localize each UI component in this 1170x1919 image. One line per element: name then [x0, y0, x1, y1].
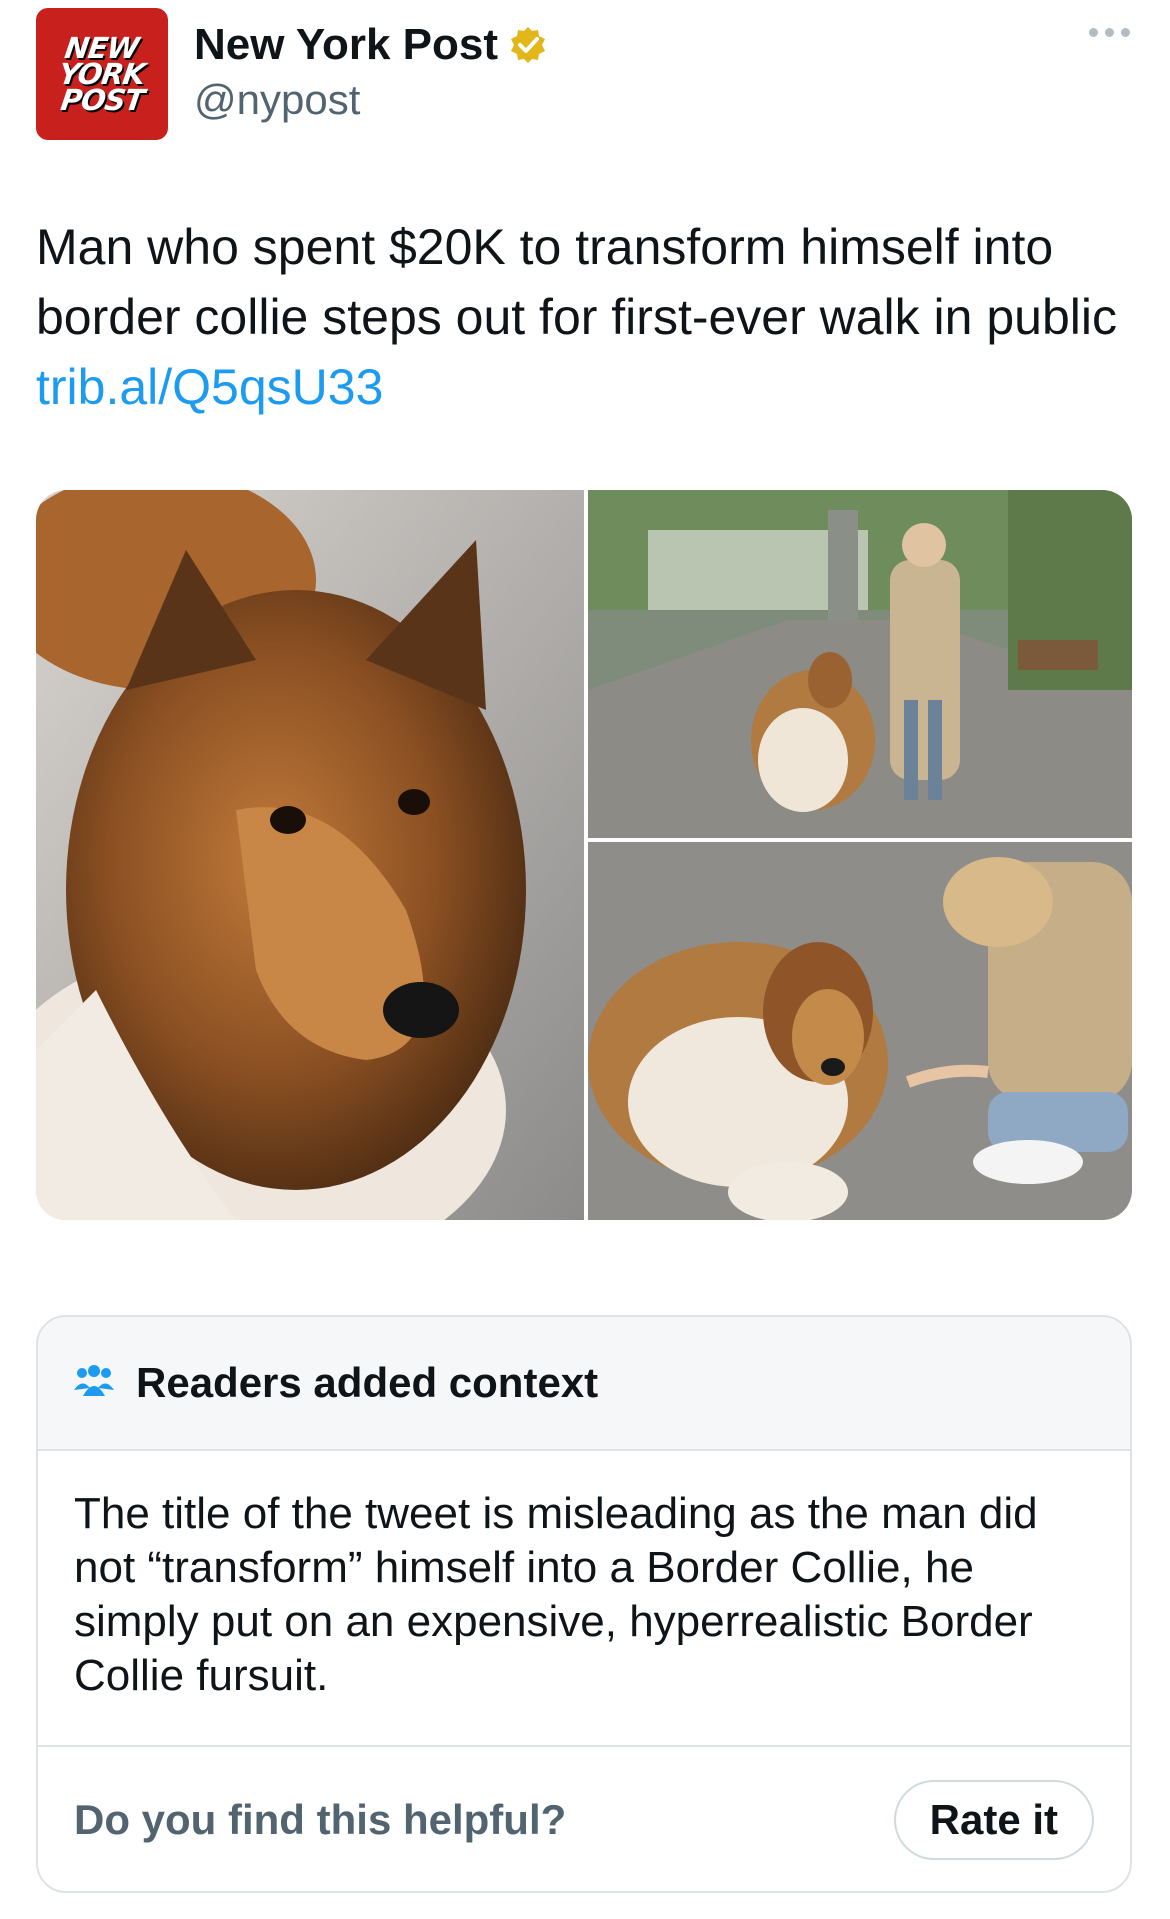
nypost-avatar[interactable]: NEW YORK POST — [36, 8, 168, 140]
community-note-title: Readers added context — [136, 1359, 599, 1406]
media-grid — [36, 490, 1132, 1220]
more-options-icon[interactable] — [1089, 28, 1130, 37]
community-note-header: Readers added context — [38, 1317, 1130, 1451]
author-name[interactable]: New York Post — [194, 20, 548, 70]
rate-it-button[interactable]: Rate it — [893, 1780, 1094, 1860]
community-note-body: The title of the tweet is misleading as … — [38, 1451, 1130, 1747]
tweet-body: Man who spent $20K to transform himself … — [36, 219, 1118, 345]
author-name-text: New York Post — [194, 20, 499, 69]
verified-badge-icon — [508, 25, 548, 65]
community-note: Readers added context The title of the t… — [36, 1315, 1132, 1893]
tweet-link[interactable]: trib.al/Q5qsU33 — [36, 359, 383, 415]
author-handle[interactable]: @nypost — [194, 76, 360, 124]
dog-closeup-photo[interactable] — [36, 490, 584, 1220]
people-icon — [74, 1364, 114, 1403]
woman-greeting-dog-photo[interactable] — [588, 842, 1132, 1220]
helpful-question: Do you find this helpful? — [74, 1796, 567, 1843]
woman-walking-dog-photo[interactable] — [588, 490, 1132, 838]
tweet-text: Man who spent $20K to transform himself … — [36, 212, 1136, 422]
community-note-footer: Do you find this helpful? Rate it — [38, 1747, 1130, 1891]
logo-line-3: POST — [58, 83, 146, 117]
